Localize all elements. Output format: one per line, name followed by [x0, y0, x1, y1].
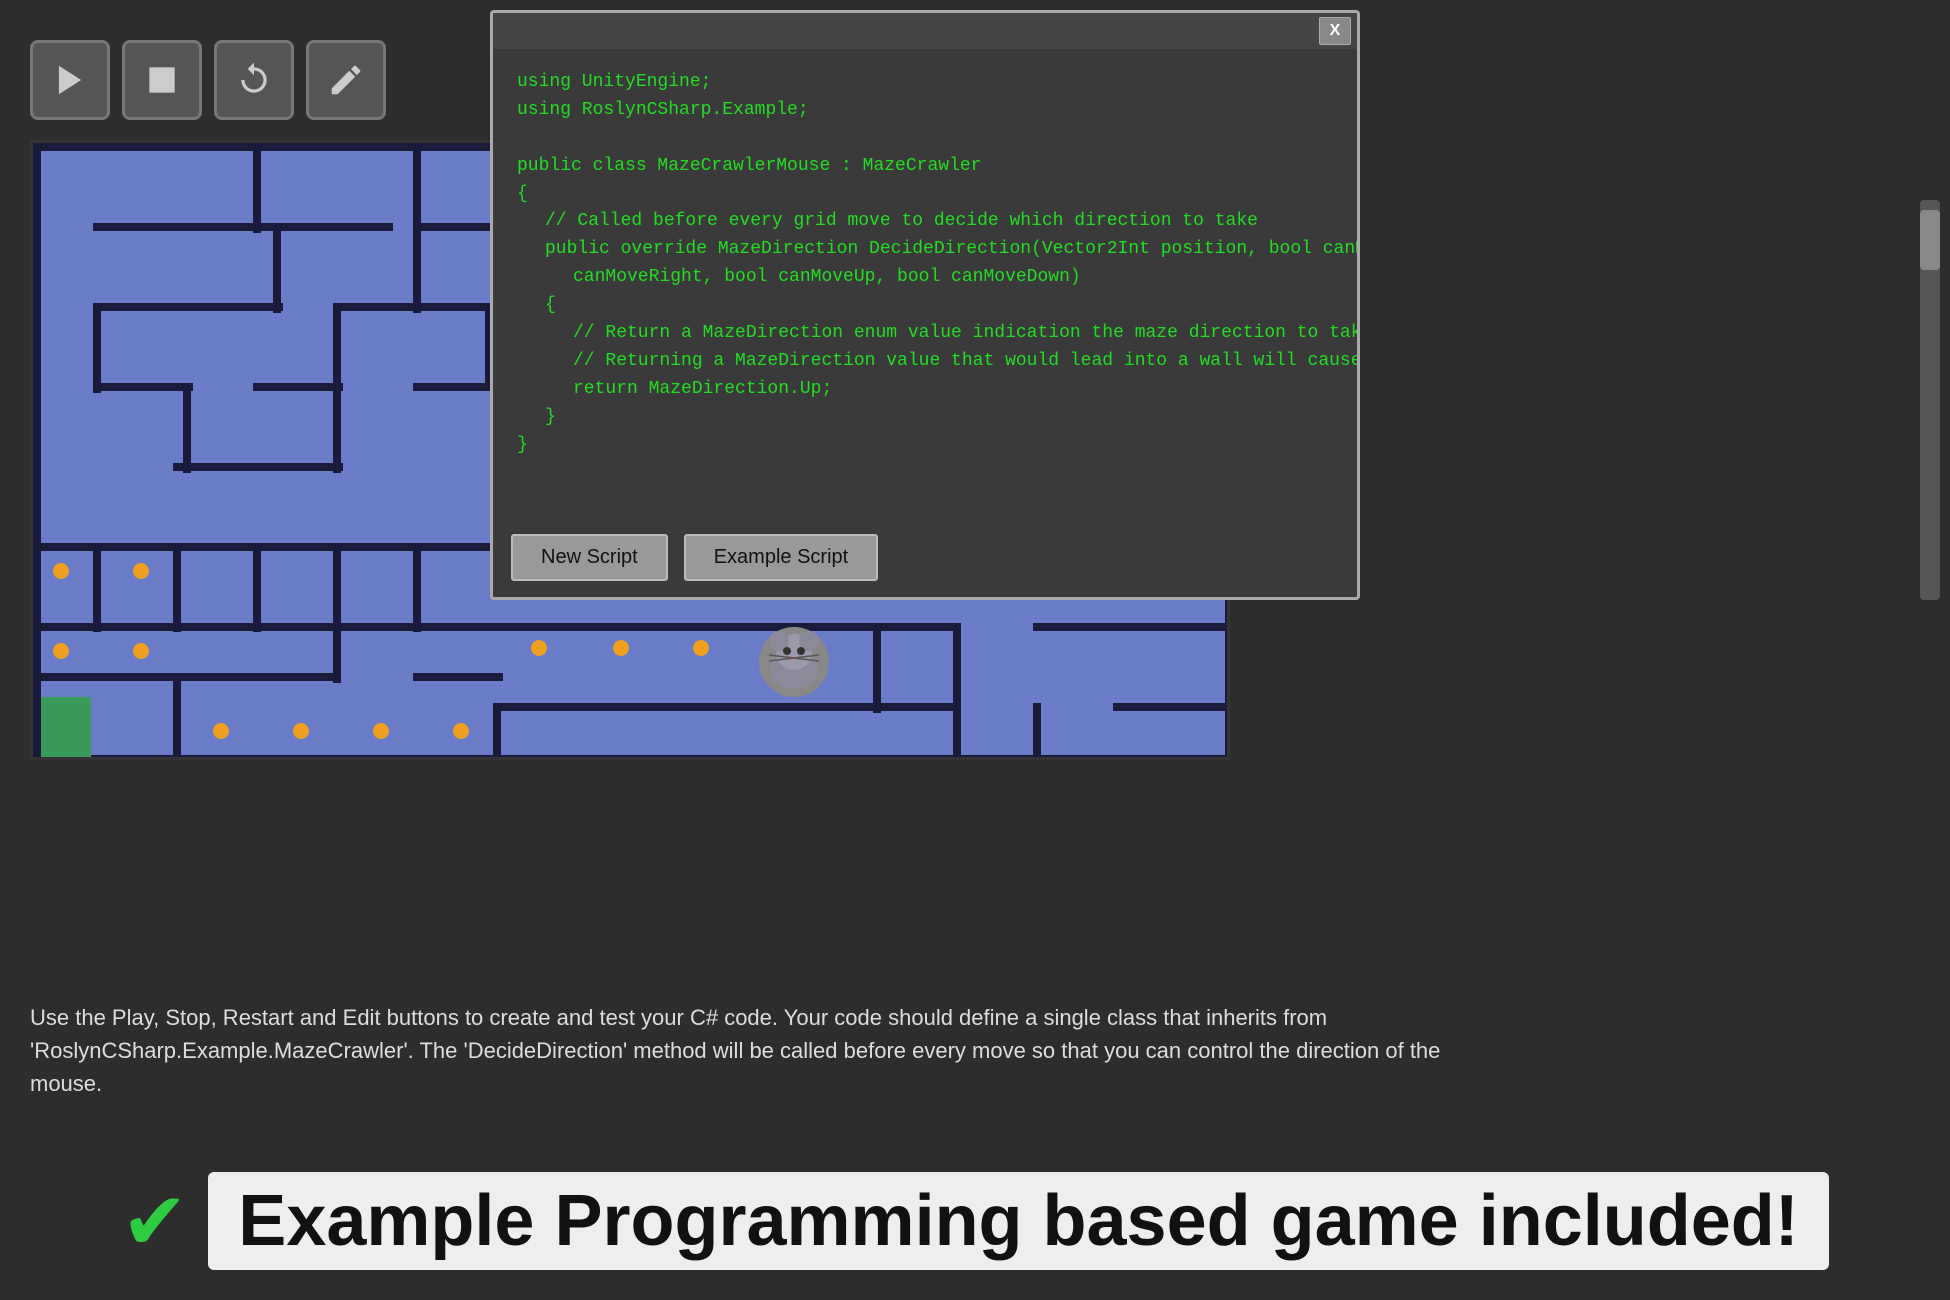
- code-line-6: // Called before every grid move to deci…: [517, 208, 1333, 236]
- code-line-4: public class MazeCrawlerMouse : MazeCraw…: [517, 153, 1333, 181]
- maze-wall: [413, 303, 493, 311]
- exit-marker: [41, 697, 91, 757]
- checkmark-icon: ✔: [121, 1175, 188, 1268]
- maze-wall: [33, 143, 41, 760]
- maze-wall: [413, 383, 493, 391]
- maze-wall: [173, 543, 181, 632]
- maze-wall: [253, 383, 343, 391]
- maze-wall: [183, 383, 191, 473]
- dot: [693, 640, 709, 656]
- maze-wall: [93, 303, 101, 393]
- play-icon: [51, 61, 89, 99]
- maze-wall: [273, 223, 281, 313]
- code-line-5: {: [517, 181, 1333, 209]
- restart-button[interactable]: [214, 40, 294, 120]
- code-line-8: canMoveRight, bool canMoveUp, bool canMo…: [517, 264, 1333, 292]
- maze-wall: [173, 463, 343, 471]
- maze-wall: [93, 303, 283, 311]
- code-line-12: return MazeDirection.Up;: [517, 376, 1333, 404]
- maze-wall: [173, 673, 181, 760]
- dot: [133, 643, 149, 659]
- code-line-7: public override MazeDirection DecideDire…: [517, 236, 1333, 264]
- dot: [133, 563, 149, 579]
- bottom-banner: ✔ Example Programming based game include…: [30, 1172, 1920, 1270]
- maze-wall: [333, 623, 341, 683]
- maze-wall: [493, 703, 501, 760]
- maze-wall: [33, 143, 493, 151]
- maze-wall: [93, 383, 193, 391]
- maze-wall: [413, 543, 421, 632]
- stop-button[interactable]: [122, 40, 202, 120]
- code-line-14: }: [517, 432, 1333, 460]
- maze-wall: [573, 703, 873, 711]
- code-line-11: // Returning a MazeDirection value that …: [517, 348, 1333, 376]
- maze-wall: [413, 673, 503, 681]
- dot: [531, 640, 547, 656]
- dot: [613, 640, 629, 656]
- dot: [293, 723, 309, 739]
- maze-wall: [41, 543, 501, 551]
- maze-wall: [493, 623, 953, 631]
- dot: [213, 723, 229, 739]
- code-modal-footer: New Script Example Script: [493, 522, 1357, 597]
- stop-icon: [143, 61, 181, 99]
- maze-wall: [33, 755, 1230, 760]
- banner-text: Example Programming based game included!: [208, 1172, 1828, 1270]
- code-line-13: }: [517, 404, 1333, 432]
- maze-wall: [253, 543, 261, 632]
- maze-wall: [873, 623, 881, 713]
- dot: [53, 563, 69, 579]
- mouse-character: [759, 627, 829, 697]
- code-line-3: [517, 125, 1333, 153]
- code-line-10: // Return a MazeDirection enum value ind…: [517, 320, 1333, 348]
- scrollbar[interactable]: [1920, 200, 1940, 600]
- edit-icon: [327, 61, 365, 99]
- scrollbar-thumb[interactable]: [1920, 210, 1940, 270]
- maze-wall: [333, 303, 423, 311]
- maze-wall: [413, 223, 493, 231]
- maze-wall: [1113, 703, 1230, 711]
- code-line-2: using RoslynCSharp.Example;: [517, 97, 1333, 125]
- maze-wall: [1033, 703, 1041, 760]
- toolbar: [30, 40, 386, 120]
- restart-icon: [235, 61, 273, 99]
- code-line-9: {: [517, 292, 1333, 320]
- maze-wall: [253, 143, 261, 233]
- close-button[interactable]: X: [1319, 17, 1351, 45]
- code-modal: X using UnityEngine; using RoslynCSharp.…: [490, 10, 1360, 600]
- maze-wall: [93, 543, 101, 632]
- maze-wall: [41, 623, 501, 631]
- edit-button[interactable]: [306, 40, 386, 120]
- code-modal-header: X: [493, 13, 1357, 49]
- maze-wall: [93, 223, 393, 231]
- dot: [373, 723, 389, 739]
- dot: [453, 723, 469, 739]
- code-line-1: using UnityEngine;: [517, 69, 1333, 97]
- dot: [53, 643, 69, 659]
- maze-wall: [333, 543, 341, 632]
- new-script-button[interactable]: New Script: [511, 534, 668, 581]
- maze-wall: [953, 623, 961, 760]
- maze-wall: [873, 703, 953, 711]
- maze-wall: [1033, 623, 1230, 631]
- description-content: Use the Play, Stop, Restart and Edit but…: [30, 1005, 1440, 1096]
- code-content: using UnityEngine; using RoslynCSharp.Ex…: [493, 49, 1357, 522]
- description-text: Use the Play, Stop, Restart and Edit but…: [30, 1001, 1920, 1100]
- play-button[interactable]: [30, 40, 110, 120]
- example-script-button[interactable]: Example Script: [684, 534, 879, 581]
- maze-wall: [41, 673, 341, 681]
